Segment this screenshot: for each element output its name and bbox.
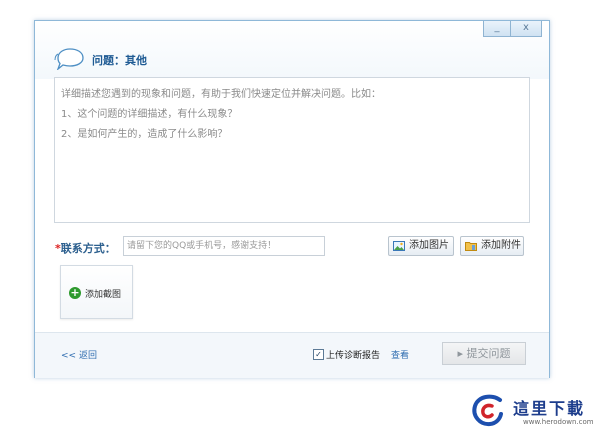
close-button[interactable]: x xyxy=(511,21,542,37)
view-report-link[interactable]: 查看 xyxy=(391,348,409,361)
feedback-window: _ x 问题：其他 详细描述您遇到的现象和问题，有助于我们快速定位并解决问题。比… xyxy=(34,20,550,378)
add-attachment-label: 添加附件 xyxy=(481,240,521,251)
watermark-brand: 這里下載 xyxy=(513,399,586,418)
add-image-button[interactable]: 添加图片 xyxy=(388,236,454,256)
title-bar: _ x 问题：其他 xyxy=(35,21,549,79)
submit-label: 提交问题 xyxy=(466,347,511,360)
submit-arrow-icon: ▸ xyxy=(457,347,464,360)
add-screenshot-button[interactable]: + 添加截图 xyxy=(60,265,133,319)
page-title: 问题：其他 xyxy=(92,54,147,67)
window-controls: _ x xyxy=(483,21,542,37)
add-screenshot-label: 添加截图 xyxy=(85,290,122,300)
footer-bar: << 返回 ✓ 上传诊断报告 查看 ▸ 提交问题 xyxy=(35,332,549,378)
upload-report-checkbox[interactable]: ✓ xyxy=(313,349,324,360)
folder-icon xyxy=(465,242,477,251)
description-placeholder-line: 1、这个问题的详细描述，有什么现象？ xyxy=(61,109,238,120)
watermark-url: www.herodown.com xyxy=(523,418,594,426)
contact-label: *联系方式： xyxy=(55,240,116,256)
back-link[interactable]: << 返回 xyxy=(61,348,97,361)
description-textarea[interactable]: 详细描述您遇到的现象和问题，有助于我们快速定位并解决问题。比如： 1、这个问题的… xyxy=(54,77,530,223)
upload-report-label[interactable]: 上传诊断报告 xyxy=(326,348,380,361)
minimize-button[interactable]: _ xyxy=(483,21,511,37)
watermark-logo xyxy=(472,394,503,427)
image-icon xyxy=(393,241,405,251)
description-placeholder-line: 详细描述您遇到的现象和问题，有助于我们快速定位并解决问题。比如： xyxy=(61,89,381,100)
description-placeholder-line: 2、是如何产生的，造成了什么影响？ xyxy=(61,129,228,140)
speech-bubble-icon xyxy=(54,48,84,70)
plus-circle-icon: + xyxy=(69,286,81,299)
contact-label-text: 联系方式： xyxy=(60,242,116,255)
contact-input[interactable]: 请留下您的QQ或手机号，感谢支持！ xyxy=(123,236,325,256)
submit-button[interactable]: ▸ 提交问题 xyxy=(442,342,526,365)
add-image-label: 添加图片 xyxy=(409,240,449,251)
add-attachment-button[interactable]: 添加附件 xyxy=(460,236,524,256)
